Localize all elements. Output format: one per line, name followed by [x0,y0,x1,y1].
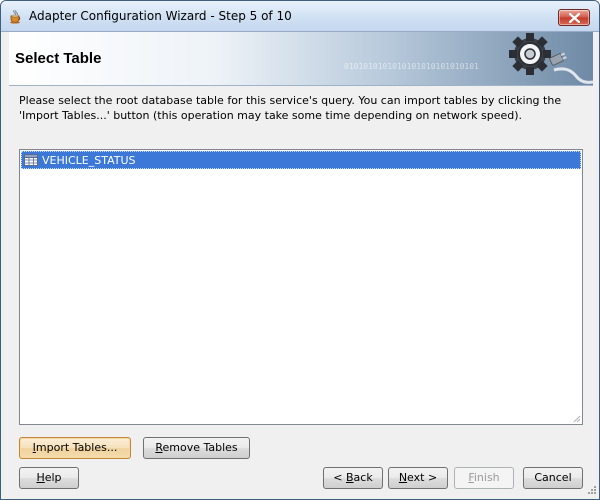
binary-watermark: 0101010101010101010101010101 [344,62,479,71]
remove-tables-label: emove Tables [162,441,238,454]
cancel-button[interactable]: Cancel [523,467,583,489]
resize-grip-icon [573,415,581,423]
close-icon [569,13,580,23]
import-tables-button[interactable]: Import Tables... [19,437,131,459]
wizard-window: Adapter Configuration Wizard - Step 5 of… [0,0,600,500]
database-table-icon [24,154,38,166]
finish-label: inish [473,471,500,484]
remove-tables-button[interactable]: Remove Tables [143,437,250,459]
close-button[interactable] [558,9,590,26]
list-item-label: VEHICLE_STATUS [42,154,136,167]
window-title: Adapter Configuration Wizard - Step 5 of… [29,9,292,23]
table-list[interactable]: VEHICLE_STATUS [19,149,583,425]
help-label: elp [44,471,62,484]
wizard-header-banner: Select Table 010101010101010101010101010… [9,32,593,86]
help-button[interactable]: Help [19,467,79,489]
page-title: Select Table [15,50,102,67]
next-button[interactable]: Next > [388,467,448,489]
next-label: ext > [407,471,438,484]
list-item[interactable]: VEHICLE_STATUS [21,151,581,169]
back-mnemonic: B [346,471,354,484]
coffee-cup-icon [10,9,21,24]
back-label: ack [353,471,373,484]
import-tables-label: mport Tables... [35,441,118,454]
title-bar[interactable]: Adapter Configuration Wizard - Step 5 of… [1,1,599,32]
help-mnemonic: H [36,471,45,484]
finish-button[interactable]: Finish [454,467,514,489]
cancel-label: Cancel [534,471,572,484]
back-arrow: < [333,471,346,484]
instruction-text: Please select the root database table fo… [19,94,562,122]
back-button[interactable]: < Back [323,467,383,489]
window-resize-grip-icon[interactable] [585,485,597,497]
next-mnemonic: N [398,471,408,484]
gear-plug-icon [509,33,593,84]
